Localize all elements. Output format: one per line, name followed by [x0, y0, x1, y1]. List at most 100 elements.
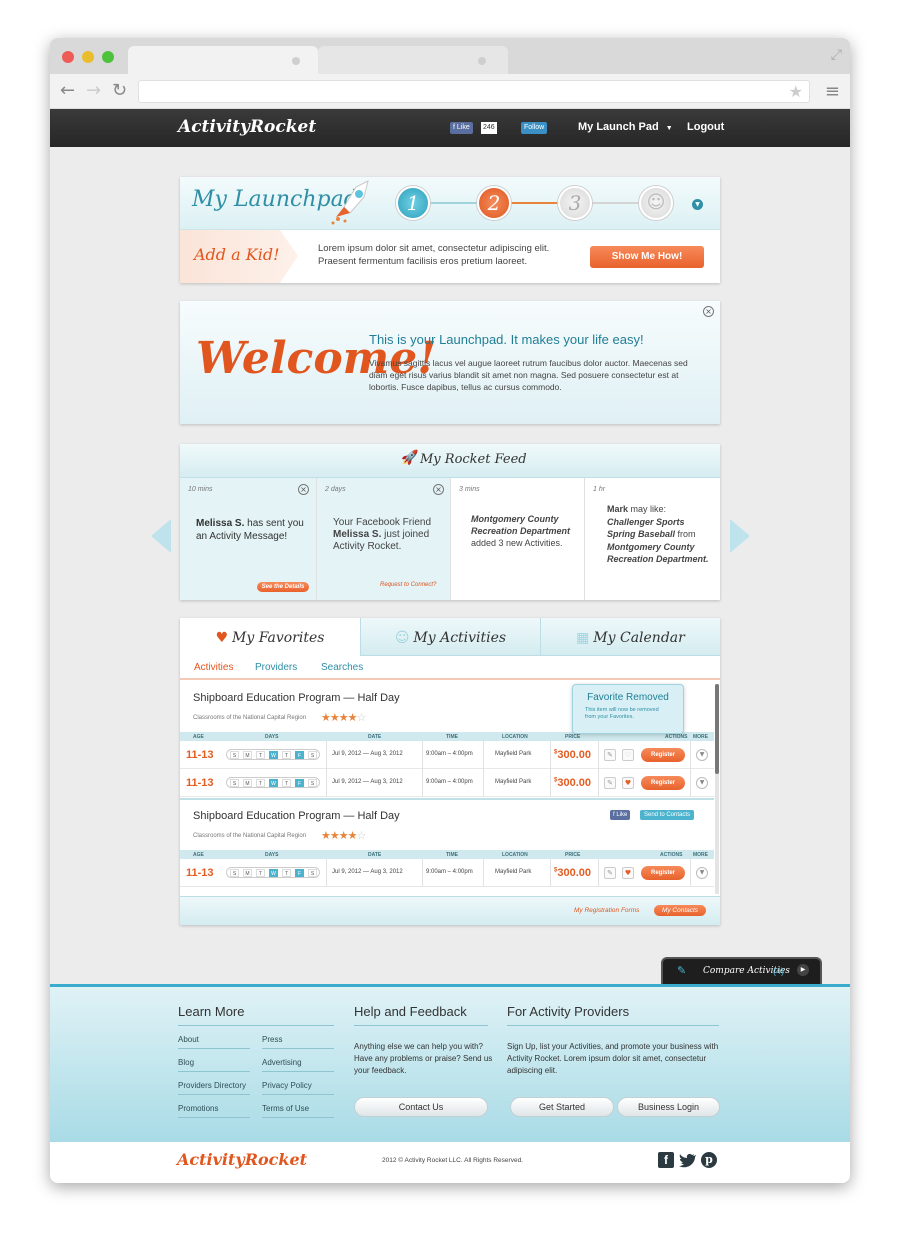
close-window-icon[interactable]: [62, 51, 74, 63]
compare-activities-tab[interactable]: ✎ Compare Activities (4) ▶: [661, 957, 822, 984]
program-subtitle: Classrooms of the National Capital Regio…: [193, 715, 307, 721]
browser-tab-active[interactable]: [128, 46, 318, 74]
feed-text: from: [675, 529, 696, 539]
more-icon[interactable]: ▼: [696, 777, 708, 789]
registration-forms-link[interactable]: My Registration Forms: [574, 907, 639, 914]
show-me-how-button[interactable]: Show Me How!: [590, 246, 704, 268]
launchpad-menu[interactable]: My Launch Pad ▼: [578, 121, 673, 133]
tab-label: My Favorites: [232, 630, 325, 646]
site-logo[interactable]: ActivityRocket: [178, 117, 316, 137]
edit-icon[interactable]: ✎: [604, 867, 616, 879]
facebook-icon[interactable]: f: [658, 1152, 674, 1168]
feed-next-arrow[interactable]: [730, 519, 750, 553]
program-title[interactable]: Shipboard Education Program — Half Day: [193, 692, 400, 704]
footer-link-promotions[interactable]: Promotions: [178, 1104, 218, 1113]
step-3[interactable]: 3: [558, 186, 592, 220]
subtab-providers[interactable]: Providers: [255, 662, 297, 673]
close-icon[interactable]: ×: [433, 484, 444, 495]
edit-icon[interactable]: ✎: [604, 777, 616, 789]
copyright: 2012 © Activity Rocket LLC. All Rights R…: [382, 1157, 523, 1164]
step-1[interactable]: 1: [396, 186, 430, 220]
logout-link[interactable]: Logout: [687, 121, 724, 133]
browser-menu-icon[interactable]: ≡: [825, 81, 840, 102]
favorites-footer: My Registration Forms My Contacts: [180, 896, 720, 925]
feed-item[interactable]: 1 hr Mark may like: Challenger Sports Sp…: [585, 478, 720, 600]
footer-link-advertising[interactable]: Advertising: [262, 1058, 302, 1067]
footer-link-press[interactable]: Press: [262, 1035, 282, 1044]
facebook-like-button[interactable]: f Like: [610, 810, 631, 820]
see-details-button[interactable]: See the Details: [257, 582, 309, 592]
my-contacts-button[interactable]: My Contacts: [654, 905, 706, 916]
twitter-follow-button[interactable]: Follow: [521, 122, 548, 134]
footer-link-terms[interactable]: Terms of Use: [262, 1104, 309, 1113]
feed-bold: Mark: [607, 504, 629, 514]
tooltip-body: This item will now be removed from your …: [585, 707, 659, 720]
tab-activities[interactable]: ☺ My Activities: [360, 618, 540, 656]
edit-icon[interactable]: ✎: [604, 749, 616, 761]
pinterest-icon[interactable]: p: [701, 1152, 717, 1168]
footer-link-privacy-policy[interactable]: Privacy Policy: [262, 1081, 312, 1090]
close-icon[interactable]: ×: [703, 306, 714, 317]
more-icon[interactable]: ▼: [696, 867, 708, 879]
feed-bold: Melissa S.: [196, 518, 245, 529]
maximize-window-icon[interactable]: [102, 51, 114, 63]
register-button[interactable]: Register: [641, 776, 685, 790]
back-icon[interactable]: ←: [60, 80, 75, 101]
providers-text: Sign Up, list your Activities, and promo…: [507, 1042, 719, 1075]
footer-link-providers-directory[interactable]: Providers Directory: [178, 1081, 246, 1090]
minimize-window-icon[interactable]: [82, 51, 94, 63]
register-button[interactable]: Register: [641, 748, 685, 762]
feed-item[interactable]: 3 mins Montgomery County Recreation Depa…: [451, 478, 585, 600]
send-to-contacts-button[interactable]: Send to Contacts: [640, 810, 695, 820]
get-started-button[interactable]: Get Started: [510, 1097, 614, 1117]
feed-item[interactable]: 2 days × Your Facebook Friend Melissa S.…: [317, 478, 451, 600]
contact-us-button[interactable]: Contact Us: [354, 1097, 488, 1117]
heart-outline-icon[interactable]: ♡: [622, 749, 634, 761]
feed-prev-arrow[interactable]: [151, 519, 171, 553]
rocket-icon: [331, 180, 369, 225]
footer-logo[interactable]: ActivityRocket: [177, 1150, 307, 1169]
business-login-button[interactable]: Business Login: [617, 1097, 720, 1117]
register-button[interactable]: Register: [641, 866, 685, 880]
bookmark-star-icon[interactable]: ★: [789, 82, 803, 101]
collapse-icon[interactable]: ▼: [692, 199, 703, 210]
feed-items: 10 mins × Melissa S. has sent you an Act…: [180, 478, 720, 600]
feed-time: 2 days: [325, 486, 346, 493]
add-kid-banner[interactable]: Add a Kid!: [180, 230, 298, 283]
browser-tab[interactable]: [318, 46, 508, 74]
heart-icon[interactable]: ♥: [622, 867, 634, 879]
facebook-like-button[interactable]: f Like: [450, 122, 473, 134]
tab-calendar[interactable]: ▦ My Calendar: [540, 618, 720, 656]
rating-stars: ★★★★☆: [321, 829, 366, 842]
request-connect-link[interactable]: Request to Connect?: [380, 582, 436, 588]
close-icon[interactable]: ×: [298, 484, 309, 495]
scrollbar[interactable]: [715, 684, 719, 894]
footer-link-about[interactable]: About: [178, 1035, 199, 1044]
step-2[interactable]: 2: [477, 186, 511, 220]
fullscreen-icon[interactable]: ⤢: [831, 46, 842, 63]
twitter-icon[interactable]: [679, 1153, 697, 1168]
subtab-activities[interactable]: Activities: [194, 662, 233, 673]
subtab-searches[interactable]: Searches: [321, 662, 363, 673]
add-kid-label: Add a Kid!: [194, 245, 280, 264]
more-icon[interactable]: ▼: [696, 749, 708, 761]
feed-item[interactable]: 10 mins × Melissa S. has sent you an Act…: [180, 478, 317, 600]
rating-stars: ★★★★☆: [321, 711, 366, 724]
table-row[interactable]: 11-13 SMTWTFS Jul 9, 2012 — Aug 3, 2012 …: [180, 741, 714, 769]
facebook-like-count: 246: [481, 122, 497, 134]
launchpad-addkid-row: Add a Kid! Lorem ipsum dolor sit amet, c…: [180, 230, 720, 283]
heart-icon[interactable]: ♥: [622, 777, 634, 789]
table-row[interactable]: 11-13 SMTWTFS Jul 9, 2012 — Aug 3, 2012 …: [180, 859, 714, 887]
program-subtitle: Classrooms of the National Capital Regio…: [193, 833, 307, 839]
edit-icon: ✎: [677, 964, 687, 977]
table-row[interactable]: 11-13 SMTWTFS Jul 9, 2012 — Aug 3, 2012 …: [180, 769, 714, 797]
forward-icon[interactable]: →: [86, 80, 101, 101]
address-bar[interactable]: ★: [138, 80, 810, 103]
program-title[interactable]: Shipboard Education Program — Half Day: [193, 810, 400, 822]
providers-heading: For Activity Providers: [507, 1004, 630, 1019]
favorites-list: Shipboard Education Program — Half Day C…: [180, 682, 720, 896]
footer-link-blog[interactable]: Blog: [178, 1058, 194, 1067]
tab-favorites[interactable]: ♥ My Favorites: [180, 618, 360, 656]
reload-icon[interactable]: ↻: [112, 80, 127, 101]
play-icon[interactable]: ▶: [797, 964, 809, 976]
